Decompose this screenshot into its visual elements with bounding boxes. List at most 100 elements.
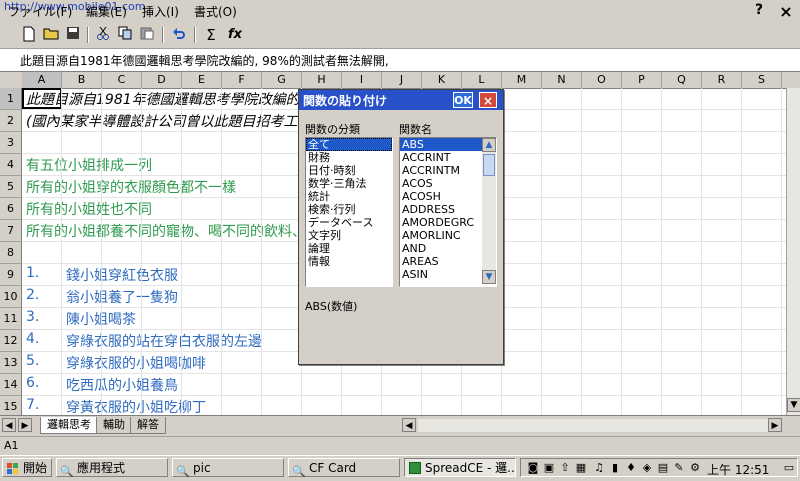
clock[interactable]: 上午 12:51 <box>707 461 769 478</box>
column-header-h[interactable]: H <box>302 72 342 88</box>
tray-icon-4[interactable]: ▦ <box>575 462 587 474</box>
tray-icon-8[interactable]: ◈ <box>641 462 653 474</box>
list-item[interactable]: 日付·時刻 <box>306 164 392 177</box>
scroll-down-icon[interactable]: ▼ <box>482 270 496 284</box>
formula-bar[interactable]: 此題目源自1981年德國邏輯思考學院改編的, 98%的測試者無法解開, <box>0 49 800 72</box>
menu-edit[interactable]: 編集(E) <box>84 3 129 20</box>
scroll-down-icon[interactable]: ▼ <box>787 398 800 412</box>
list-item[interactable]: 全て <box>306 138 392 151</box>
list-item[interactable]: データベース <box>306 216 392 229</box>
cell-b9[interactable]: 錢小姐穿紅色衣服 <box>66 265 178 285</box>
taskbar-button-cfcard[interactable]: 🔍 CF Card <box>288 458 400 478</box>
cut-icon[interactable] <box>94 26 112 44</box>
column-header-l[interactable]: L <box>462 72 502 88</box>
row-header-10[interactable]: 10 <box>0 286 22 308</box>
row-header-13[interactable]: 13 <box>0 352 22 374</box>
scroll-thumb[interactable] <box>483 154 495 176</box>
vertical-scrollbar[interactable]: ▼ <box>786 88 800 415</box>
battery-icon[interactable]: ▮ <box>609 462 621 474</box>
row-header-12[interactable]: 12 <box>0 330 22 352</box>
paste-icon[interactable] <box>138 26 156 44</box>
cell-a12[interactable]: 4. <box>26 331 39 347</box>
row-header-8[interactable]: 8 <box>0 242 22 264</box>
menu-insert[interactable]: 挿入(I) <box>140 3 181 20</box>
scroll-left-icon[interactable]: ◀ <box>402 418 416 432</box>
sum-icon[interactable]: Σ <box>202 26 220 44</box>
column-header-k[interactable]: K <box>422 72 462 88</box>
row-header-11[interactable]: 11 <box>0 308 22 330</box>
column-header-n[interactable]: N <box>542 72 582 88</box>
taskbar-button-apps[interactable]: 🔍 應用程式 <box>56 458 168 478</box>
tray-icon-10[interactable]: ✎ <box>673 462 685 474</box>
column-header-r[interactable]: R <box>702 72 742 88</box>
cell-a10[interactable]: 2. <box>26 287 39 303</box>
row-header-9[interactable]: 9 <box>0 264 22 286</box>
tray-icon-5[interactable]: ♫ <box>593 462 605 474</box>
function-list-scrollbar[interactable]: ▲ ▼ <box>482 138 496 284</box>
help-icon[interactable]: ? <box>748 2 770 22</box>
cell-a4[interactable]: 有五位小姐排成一列 <box>26 155 152 175</box>
list-item[interactable]: 検索·行列 <box>306 203 392 216</box>
list-item[interactable]: 論理 <box>306 242 392 255</box>
ok-button[interactable]: OK <box>453 92 473 108</box>
column-header-e[interactable]: E <box>182 72 222 88</box>
column-header-p[interactable]: P <box>622 72 662 88</box>
copy-icon[interactable] <box>116 26 134 44</box>
new-doc-icon[interactable] <box>20 26 38 44</box>
column-header-i[interactable]: I <box>342 72 382 88</box>
tray-icon-2[interactable]: ▣ <box>543 462 555 474</box>
column-header-d[interactable]: D <box>142 72 182 88</box>
tray-icon-1[interactable]: ◙ <box>527 462 539 474</box>
tray-icon-3[interactable]: ⇧ <box>559 462 571 474</box>
list-item[interactable]: 情報 <box>306 255 392 268</box>
cell-a14[interactable]: 6. <box>26 375 39 391</box>
sheet-tab-answer[interactable]: 解答 <box>130 417 166 434</box>
scroll-up-icon[interactable]: ▲ <box>482 138 496 152</box>
menu-file[interactable]: ファイル(F) <box>6 3 74 20</box>
sheet-tab-helper[interactable]: 輔助 <box>96 417 132 434</box>
cell-a15[interactable]: 7. <box>26 397 39 413</box>
cell-b12[interactable]: 穿綠衣服的站在穿白衣服的左邊 <box>66 331 262 351</box>
cell-b10[interactable]: 翁小姐養了一隻狗 <box>66 287 178 307</box>
desktop-icon[interactable]: ▭ <box>783 462 795 474</box>
start-button[interactable]: 開始 <box>2 458 52 477</box>
column-header-f[interactable]: F <box>222 72 262 88</box>
save-icon[interactable] <box>64 26 82 44</box>
taskbar-button-spreadce[interactable]: SpreadCE - 邏... <box>404 458 516 477</box>
function-list[interactable]: ABS ACCRINT ACCRINTM ACOS ACOSH ADDRESS … <box>399 137 497 287</box>
undo-icon[interactable] <box>170 26 188 44</box>
row-header-2[interactable]: 2 <box>0 110 22 132</box>
column-header-c[interactable]: C <box>102 72 142 88</box>
column-header-g[interactable]: G <box>262 72 302 88</box>
row-header-7[interactable]: 7 <box>0 220 22 242</box>
row-header-3[interactable]: 3 <box>0 132 22 154</box>
row-header-15[interactable]: 15 <box>0 396 22 415</box>
column-header-o[interactable]: O <box>582 72 622 88</box>
column-header-a[interactable]: A <box>22 72 62 88</box>
horizontal-scrollbar[interactable] <box>418 419 768 432</box>
row-header-5[interactable]: 5 <box>0 176 22 198</box>
select-all-corner[interactable] <box>0 72 23 88</box>
row-header-6[interactable]: 6 <box>0 198 22 220</box>
formula-input[interactable]: 此題目源自1981年德國邏輯思考學院改編的, 98%的測試者無法解開, <box>20 52 389 69</box>
cell-a6[interactable]: 所有的小姐姓也不同 <box>26 199 152 219</box>
cell-a11[interactable]: 3. <box>26 309 39 325</box>
row-header-14[interactable]: 14 <box>0 374 22 396</box>
row-header-4[interactable]: 4 <box>0 154 22 176</box>
column-header-q[interactable]: Q <box>662 72 702 88</box>
cell-b13[interactable]: 穿綠衣服的小姐喝咖啡 <box>66 353 206 373</box>
cell-b14[interactable]: 吃西瓜的小姐養鳥 <box>66 375 178 395</box>
sheet-tab-logic[interactable]: 邏輯思考 <box>40 417 98 434</box>
open-folder-icon[interactable] <box>42 26 60 44</box>
column-header-b[interactable]: B <box>62 72 102 88</box>
column-header-m[interactable]: M <box>502 72 542 88</box>
tray-icon-11[interactable]: ⚙ <box>689 462 701 474</box>
category-list[interactable]: 全て 財務 日付·時刻 数学·三角法 統計 検索·行列 データベース 文字列 論… <box>305 137 393 287</box>
column-header-j[interactable]: J <box>382 72 422 88</box>
list-item[interactable]: 数学·三角法 <box>306 177 392 190</box>
cell-a13[interactable]: 5. <box>26 353 39 369</box>
cell-a2[interactable]: (國內某家半導體設計公司曾以此題目招考工程師 <box>26 111 325 131</box>
menu-format[interactable]: 書式(O) <box>192 3 239 20</box>
tray-icon-7[interactable]: ♦ <box>625 462 637 474</box>
close-app-icon[interactable]: × <box>776 2 796 22</box>
